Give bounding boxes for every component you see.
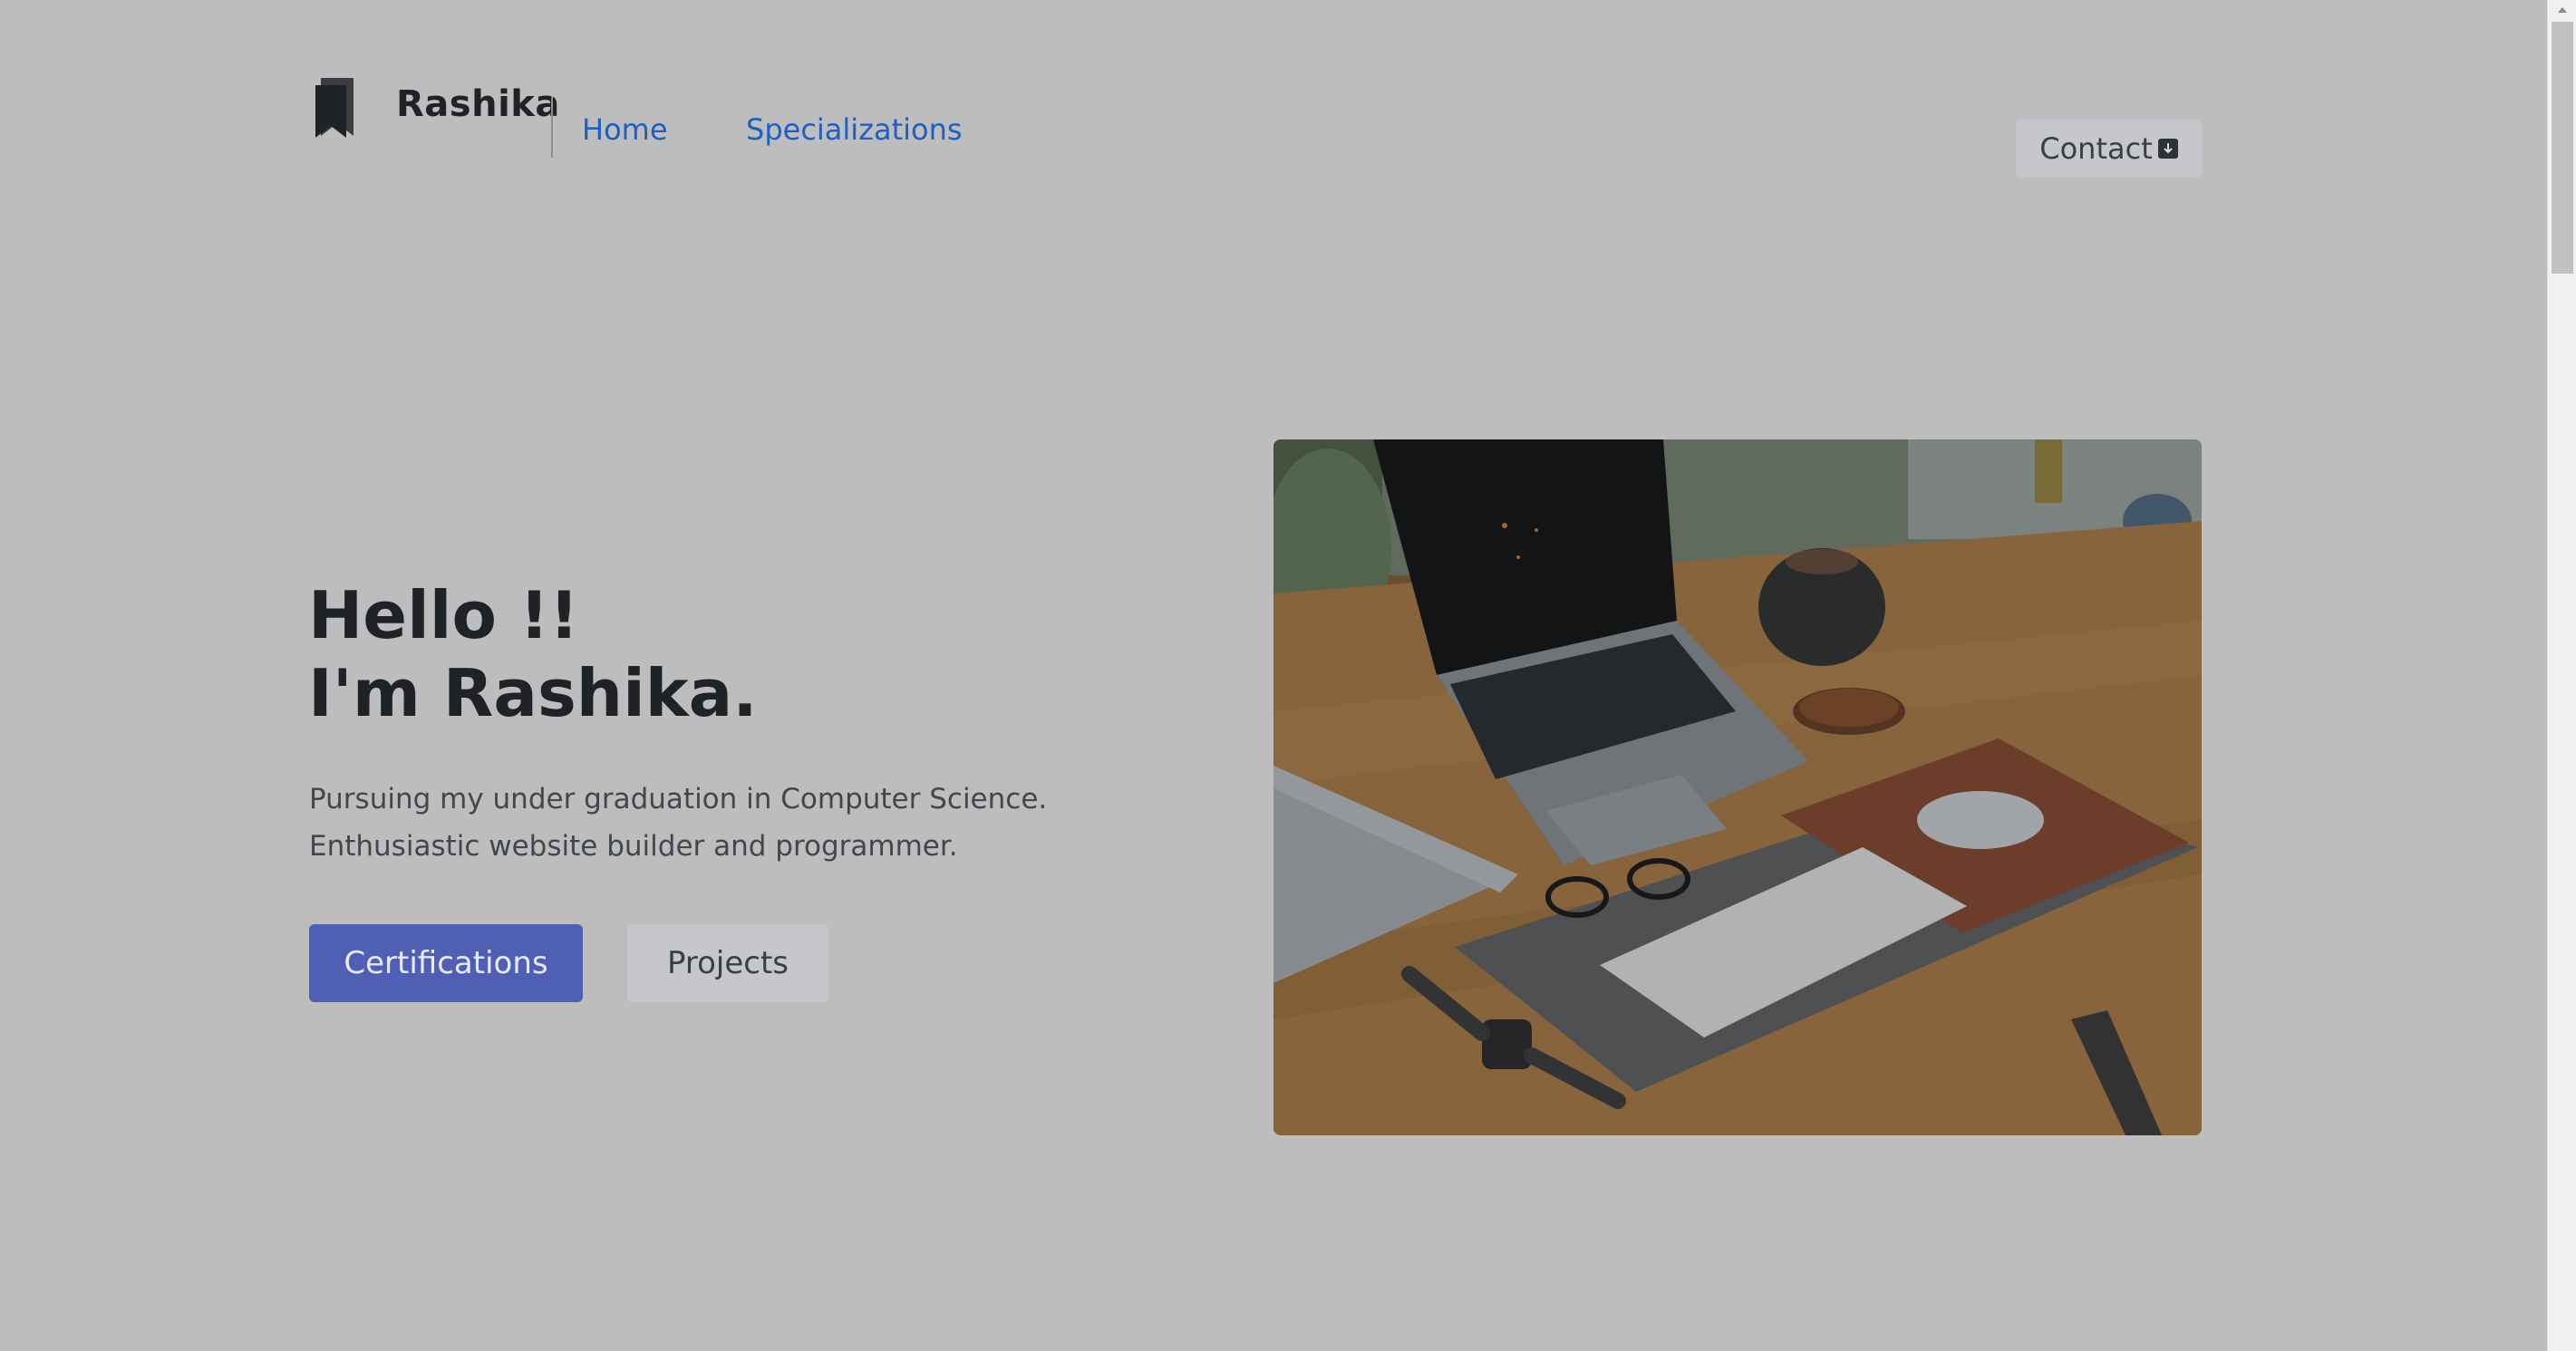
hero-description: Pursuing my under graduation in Computer… [309, 776, 1047, 870]
projects-button[interactable]: Projects [627, 924, 828, 1002]
hero-description-line-1: Pursuing my under graduation in Computer… [309, 783, 1048, 815]
nav-divider [551, 96, 553, 158]
contact-button[interactable]: Contact [2016, 120, 2202, 178]
brand-name[interactable]: Rashika [396, 83, 560, 125]
certifications-button[interactable]: Certifications [309, 924, 583, 1002]
vertical-scrollbar[interactable] [2547, 0, 2576, 1351]
scroll-up-arrow-icon[interactable] [2548, 0, 2576, 20]
hero-title-line-1: Hello !! [308, 577, 579, 653]
scrollbar-thumb[interactable] [2552, 22, 2573, 274]
page: Rashika Home Specializations Contact Hel… [0, 0, 2547, 1351]
hero-description-line-2: Enthusiastic website builder and program… [309, 830, 958, 863]
nav-link-specializations[interactable]: Specializations [746, 112, 963, 147]
contact-button-label: Contact [2039, 131, 2153, 166]
bookmarks-icon [315, 78, 353, 138]
arrow-down-square-icon [2157, 139, 2178, 159]
hero-title: Hello !! I'm Rashika. [308, 576, 758, 732]
hero-title-line-2: I'm Rashika. [308, 655, 758, 731]
hero-workspace-image [1273, 439, 2202, 1135]
nav-link-home[interactable]: Home [582, 112, 668, 147]
